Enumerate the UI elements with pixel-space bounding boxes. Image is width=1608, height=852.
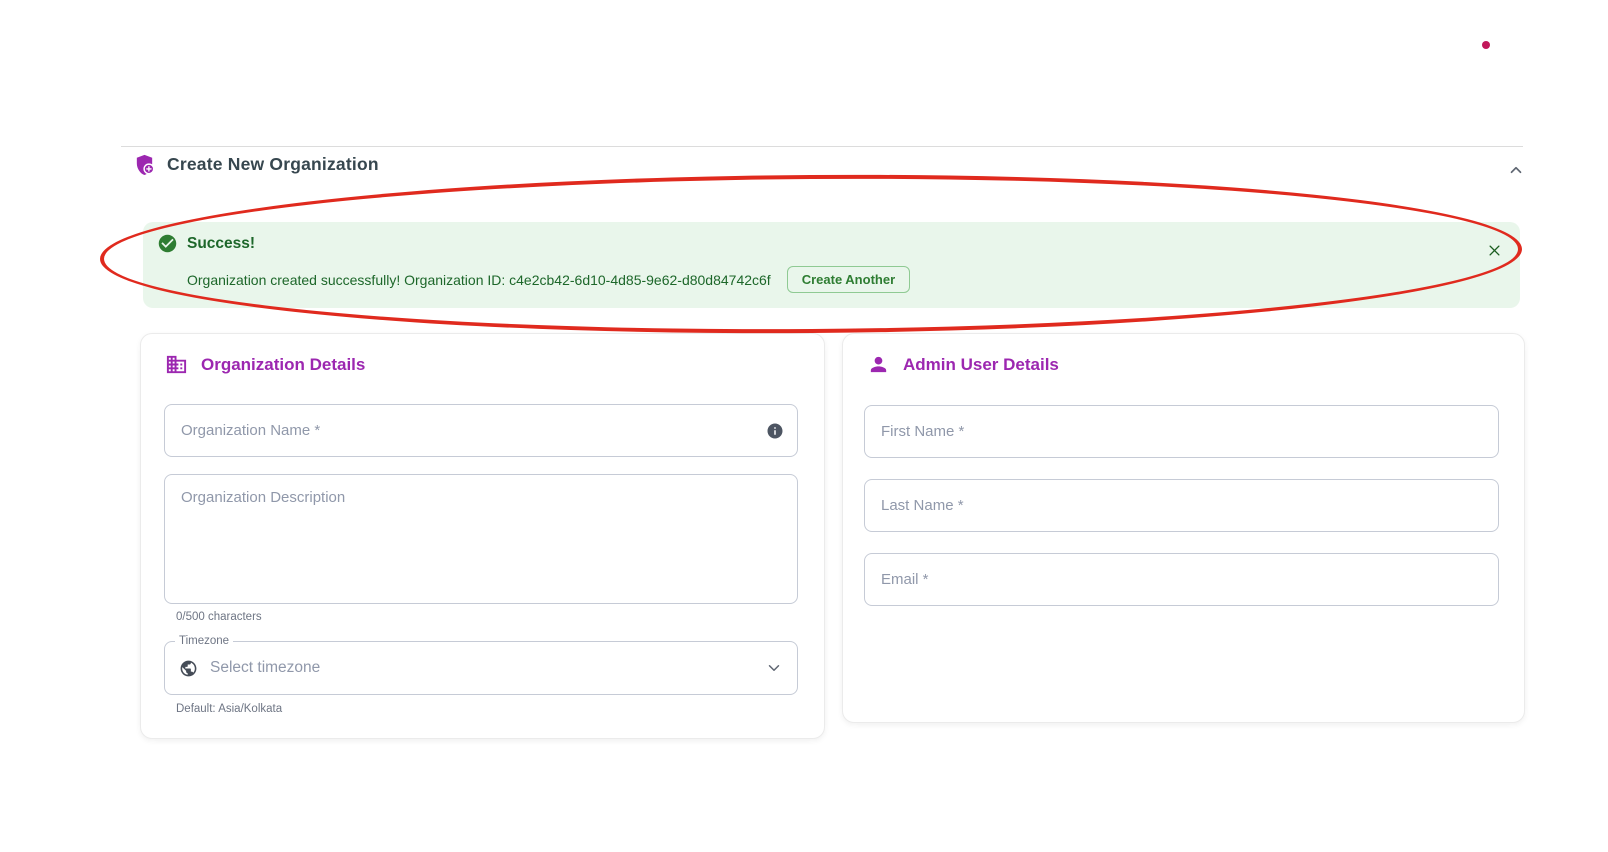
page-title: Create New Organization (167, 154, 379, 175)
timezone-placeholder: Select timezone (210, 659, 753, 677)
admin-user-details-card: Admin User Details (842, 333, 1525, 723)
create-another-button[interactable]: Create Another (787, 266, 910, 293)
success-alert: Success! Organization created successful… (143, 222, 1520, 308)
organization-add-icon (133, 153, 156, 176)
annotation-dot (1482, 41, 1490, 49)
last-name-field-wrapper (864, 479, 1499, 532)
info-icon[interactable] (765, 421, 785, 441)
timezone-field-label: Timezone (175, 635, 233, 647)
alert-close-button[interactable] (1483, 239, 1505, 261)
building-icon (165, 353, 188, 376)
character-count: 0/500 characters (176, 611, 262, 623)
organization-name-input[interactable] (165, 405, 797, 456)
person-icon (867, 353, 890, 376)
chevron-up-icon (1507, 161, 1525, 179)
timezone-select[interactable]: Timezone Select timezone (164, 641, 798, 695)
first-name-field-wrapper (864, 405, 1499, 458)
organization-name-field-wrapper (164, 404, 798, 457)
organization-description-field-wrapper (164, 474, 798, 604)
section-divider (121, 146, 1523, 147)
section-header: Create New Organization (133, 153, 379, 176)
page: Create New Organization Success! Organiz… (0, 0, 1608, 852)
organization-card-header: Organization Details (165, 353, 365, 376)
organization-card-title: Organization Details (201, 355, 365, 375)
last-name-input[interactable] (865, 480, 1498, 531)
email-field-wrapper (864, 553, 1499, 606)
check-circle-icon (157, 233, 178, 254)
email-input[interactable] (865, 554, 1498, 605)
first-name-input[interactable] (865, 406, 1498, 457)
chevron-down-icon (765, 659, 783, 677)
alert-title: Success! (187, 235, 255, 253)
timezone-default-hint: Default: Asia/Kolkata (176, 703, 282, 715)
collapse-button[interactable] (1501, 156, 1531, 184)
organization-details-card: Organization Details 0/500 characters Ti… (140, 333, 825, 739)
admin-card-title: Admin User Details (903, 355, 1059, 375)
alert-message: Organization created successfully! Organ… (187, 272, 771, 288)
globe-icon (179, 659, 198, 678)
organization-description-input[interactable] (165, 475, 797, 603)
close-icon (1487, 243, 1502, 258)
admin-card-header: Admin User Details (867, 353, 1059, 376)
